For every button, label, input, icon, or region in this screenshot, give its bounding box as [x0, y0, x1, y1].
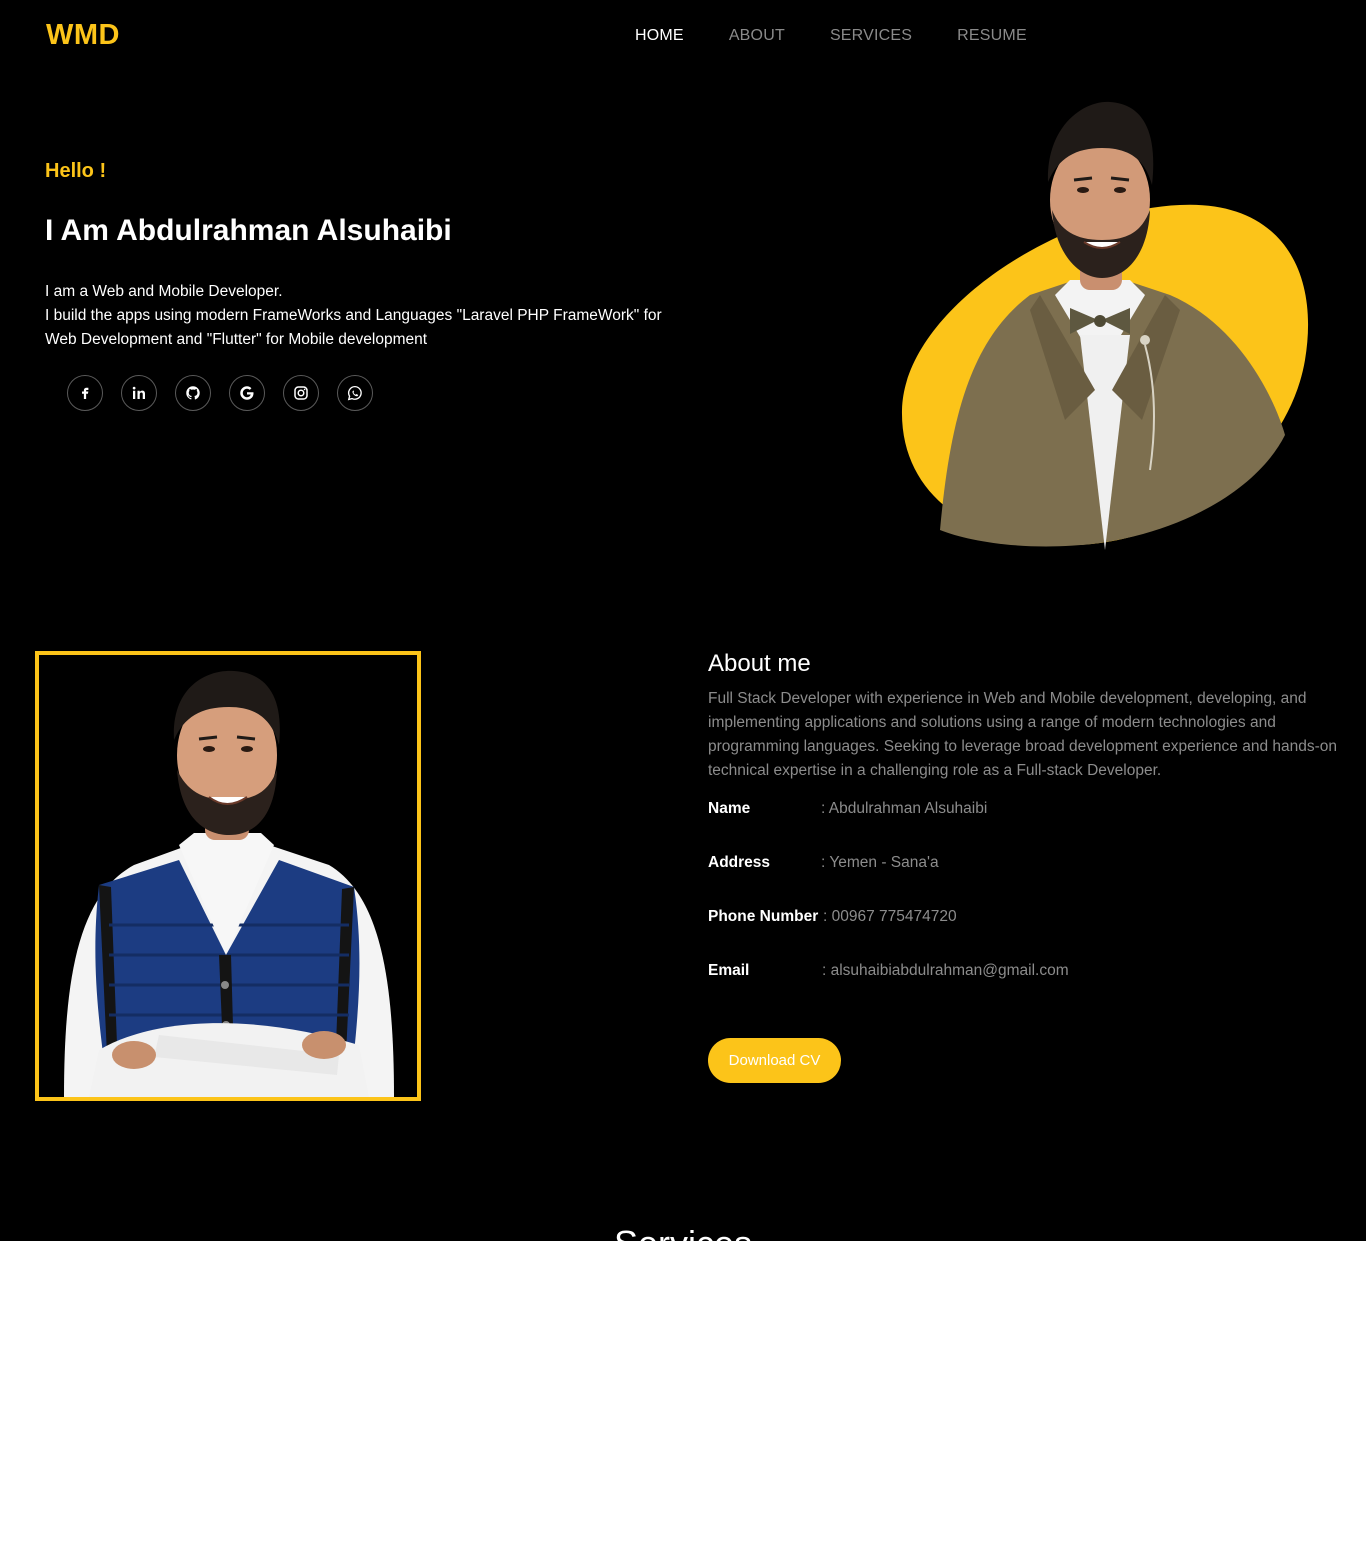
about-title: About me [708, 650, 811, 677]
google-icon[interactable] [229, 375, 265, 411]
download-cv-button[interactable]: Download CV [708, 1038, 841, 1083]
info-email-label: Email [708, 962, 750, 979]
about-photo [39, 655, 417, 1097]
info-row-email: Email : alsuhaibiabdulrahman@gmail.com [708, 962, 1069, 980]
about-photo-frame [35, 651, 421, 1101]
hero-description-line-2: I build the apps using modern FrameWorks… [45, 307, 662, 348]
info-name-label: Name [708, 800, 751, 817]
about-text: Full Stack Developer with experience in … [708, 690, 1338, 779]
info-row-name: Name : Abdulrahman Alsuhaibi [708, 800, 987, 818]
services-title: Services [0, 1223, 1366, 1241]
nav-services[interactable]: SERVICES [830, 27, 912, 45]
whatsapp-icon[interactable] [337, 375, 373, 411]
hero-description-line-1: I am a Web and Mobile Developer. [45, 283, 283, 300]
info-row-address: Address : Yemen - Sana'a [708, 854, 939, 872]
facebook-icon[interactable] [67, 375, 103, 411]
info-row-phone: Phone Number : 00967 775474720 [708, 908, 957, 926]
info-email-value: : alsuhaibiabdulrahman@gmail.com [822, 962, 1069, 979]
info-address-label: Address [708, 854, 771, 871]
social-links [67, 375, 391, 411]
instagram-icon[interactable] [283, 375, 319, 411]
info-name-value: : Abdulrahman Alsuhaibi [821, 800, 988, 817]
info-address-value: : Yemen - Sana'a [821, 854, 939, 871]
info-phone-value: : 00967 775474720 [823, 908, 957, 925]
hero-name: I Am Abdulrahman Alsuhaibi [45, 214, 452, 247]
nav-resume[interactable]: RESUME [957, 27, 1027, 45]
info-phone-label: Phone Number [708, 908, 819, 925]
main-nav: HOME ABOUT SERVICES RESUME [635, 27, 1072, 45]
nav-about[interactable]: ABOUT [729, 27, 785, 45]
linkedin-icon[interactable] [121, 375, 157, 411]
dark-page-area: WMD HOME ABOUT SERVICES RESUME Hello ! I… [0, 0, 1366, 1241]
github-icon[interactable] [175, 375, 211, 411]
site-logo[interactable]: WMD [46, 19, 120, 52]
hero-description: I am a Web and Mobile Developer. I build… [45, 280, 685, 352]
hero-photo [880, 90, 1330, 550]
nav-home[interactable]: HOME [635, 27, 684, 45]
hero-greeting: Hello ! [45, 160, 107, 182]
